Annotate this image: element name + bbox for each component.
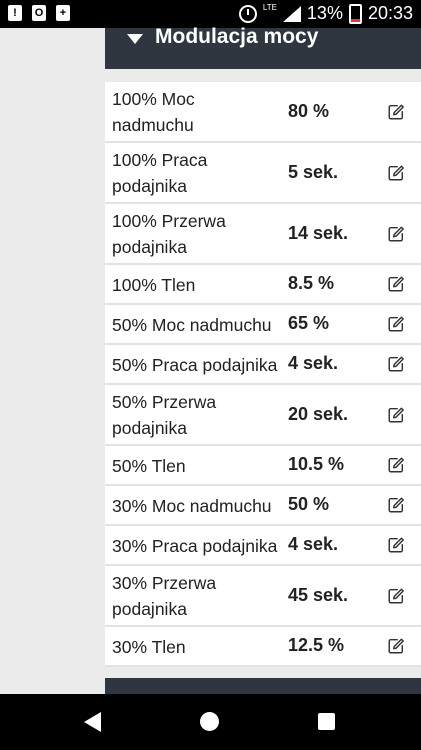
setting-label-line1: 50% Moc nadmuchu	[112, 315, 272, 335]
setting-value: 20 sek.	[288, 403, 349, 424]
setting-label-line1: 30% Przerwa	[112, 573, 217, 593]
edit-icon[interactable]	[387, 536, 405, 554]
setting-label-line2: nadmuchu	[112, 115, 194, 135]
setting-value: 65 %	[288, 313, 330, 333]
edit-icon[interactable]	[387, 164, 405, 182]
edit-icon[interactable]	[387, 103, 405, 121]
alarm-icon	[238, 4, 257, 23]
setting-label-line1: 50% Przerwa	[112, 392, 217, 412]
edit-icon[interactable]	[387, 275, 405, 293]
settings-row: 100% Praca podajnika 5 sek.	[105, 143, 421, 204]
edit-icon[interactable]	[387, 315, 405, 333]
setting-label: 30% Przerwa podajnika	[112, 570, 216, 622]
navigation-bar	[0, 694, 421, 750]
notification-icons: ! O +	[8, 5, 70, 21]
clock: 20:33	[367, 3, 413, 23]
settings-row: 30% Moc nadmuchu 50 %	[105, 486, 421, 526]
setting-label-line1: 50% Tlen	[112, 456, 186, 476]
setting-value: 4 sek.	[288, 534, 339, 554]
setting-label-line1: 100% Tlen	[112, 275, 196, 295]
setting-value: 4 sek.	[288, 353, 339, 373]
settings-row: 50% Tlen 10.5 %	[105, 446, 421, 486]
setting-label-line1: 30% Moc nadmuchu	[112, 496, 272, 516]
setting-label-line1: 100% Praca	[112, 150, 208, 170]
settings-row: 100% Przerwa podajnika 14 sek.	[105, 204, 421, 265]
setting-value: 10.5 %	[288, 454, 345, 474]
settings-row: 30% Przerwa podajnika 45 sek.	[105, 566, 421, 627]
edit-icon[interactable]	[387, 496, 405, 514]
settings-row: 50% Praca podajnika 4 sek.	[105, 345, 421, 385]
setting-value: 14 sek.	[288, 222, 349, 243]
setting-label-line2: podajnika	[112, 599, 187, 619]
settings-row: 100% Tlen 8.5 %	[105, 265, 421, 305]
setting-label: 50% Praca podajnika	[112, 352, 277, 378]
setting-value: 45 sek.	[288, 584, 349, 605]
left-margin	[0, 28, 105, 694]
setting-label: 100% Przerwa podajnika	[112, 208, 226, 260]
setting-label-line1: 30% Tlen	[112, 637, 186, 657]
battery-percent: 13%	[306, 3, 343, 23]
network-type-label: LTE	[262, 3, 277, 12]
edit-icon[interactable]	[387, 587, 405, 605]
edit-icon[interactable]	[387, 406, 405, 424]
setting-label-line2: podajnika	[112, 176, 187, 196]
setting-value: 5 sek.	[288, 161, 339, 182]
outlook-icon: O	[32, 5, 46, 21]
signal-icon	[282, 5, 301, 22]
setting-value: 12.5 %	[288, 635, 345, 655]
setting-label: 30% Moc nadmuchu	[112, 493, 272, 519]
setting-value: 50 %	[288, 494, 330, 514]
setting-label: 50% Przerwa podajnika	[112, 389, 216, 441]
settings-row: 30% Praca podajnika 4 sek.	[105, 526, 421, 566]
setting-label-line1: 30% Praca podajnika	[112, 536, 278, 556]
edit-icon[interactable]	[387, 355, 405, 373]
setting-label-line2: podajnika	[112, 237, 187, 257]
setting-label-line2: podajnika	[112, 418, 187, 438]
setting-label: 100% Moc nadmuchu	[112, 86, 195, 138]
setting-value: 8.5 %	[288, 273, 335, 293]
setting-label: 30% Tlen	[112, 634, 186, 660]
settings-row: 30% Tlen 12.5 %	[105, 627, 421, 667]
setting-label-line1: 100% Moc	[112, 89, 195, 109]
collapse-triangle-icon[interactable]	[127, 34, 143, 44]
settings-row: 50% Moc nadmuchu 65 %	[105, 305, 421, 345]
setting-label: 30% Praca podajnika	[112, 533, 277, 559]
setting-label: 50% Moc nadmuchu	[112, 312, 272, 338]
setting-value: 80 %	[288, 100, 330, 121]
back-icon[interactable]	[84, 712, 101, 732]
battery-icon	[348, 3, 362, 24]
setting-label: 100% Praca podajnika	[112, 147, 207, 199]
section-title: Modulacja mocy	[155, 25, 319, 48]
setting-label: 50% Tlen	[112, 453, 186, 479]
setting-label: 100% Tlen	[112, 272, 195, 298]
edit-icon[interactable]	[387, 637, 405, 655]
recent-apps-icon[interactable]	[318, 713, 335, 730]
modulation-panel: Modulacja mocy 100% Moc nadmuchu 80 % 100% …	[105, 25, 421, 694]
system-icons: LTE 13% 20:33	[238, 3, 413, 24]
setting-label-line1: 50% Praca podajnika	[112, 355, 278, 375]
status-bar: ! O + LTE 13% 20:33	[0, 0, 421, 28]
settings-row: 50% Przerwa podajnika 20 sek.	[105, 385, 421, 446]
setting-label-line1: 100% Przerwa	[112, 211, 226, 231]
alert-icon: !	[8, 5, 22, 21]
edit-icon[interactable]	[387, 456, 405, 474]
settings-row: 100% Moc nadmuchu 80 %	[105, 82, 421, 143]
edit-icon[interactable]	[387, 225, 405, 243]
settings-table: 100% Moc nadmuchu 80 % 100% Praca podajnika 5…	[105, 82, 421, 667]
home-icon[interactable]	[200, 712, 219, 731]
battery-charging-icon: +	[56, 5, 70, 21]
section-header[interactable]: Modulacja mocy	[105, 25, 421, 69]
next-section-header[interactable]	[105, 678, 421, 694]
